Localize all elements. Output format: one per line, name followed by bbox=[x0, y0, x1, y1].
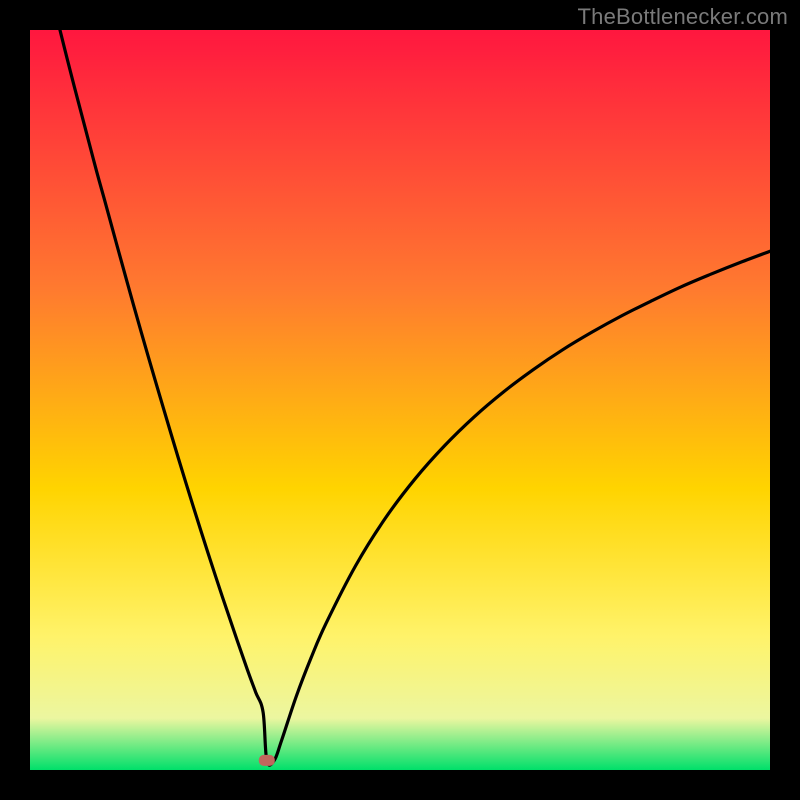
gradient-background bbox=[30, 30, 770, 770]
chart-frame: TheBottlenecker.com bbox=[0, 0, 800, 800]
minimum-marker bbox=[259, 755, 275, 766]
attribution-text: TheBottlenecker.com bbox=[578, 4, 788, 30]
bottleneck-chart bbox=[30, 30, 770, 770]
